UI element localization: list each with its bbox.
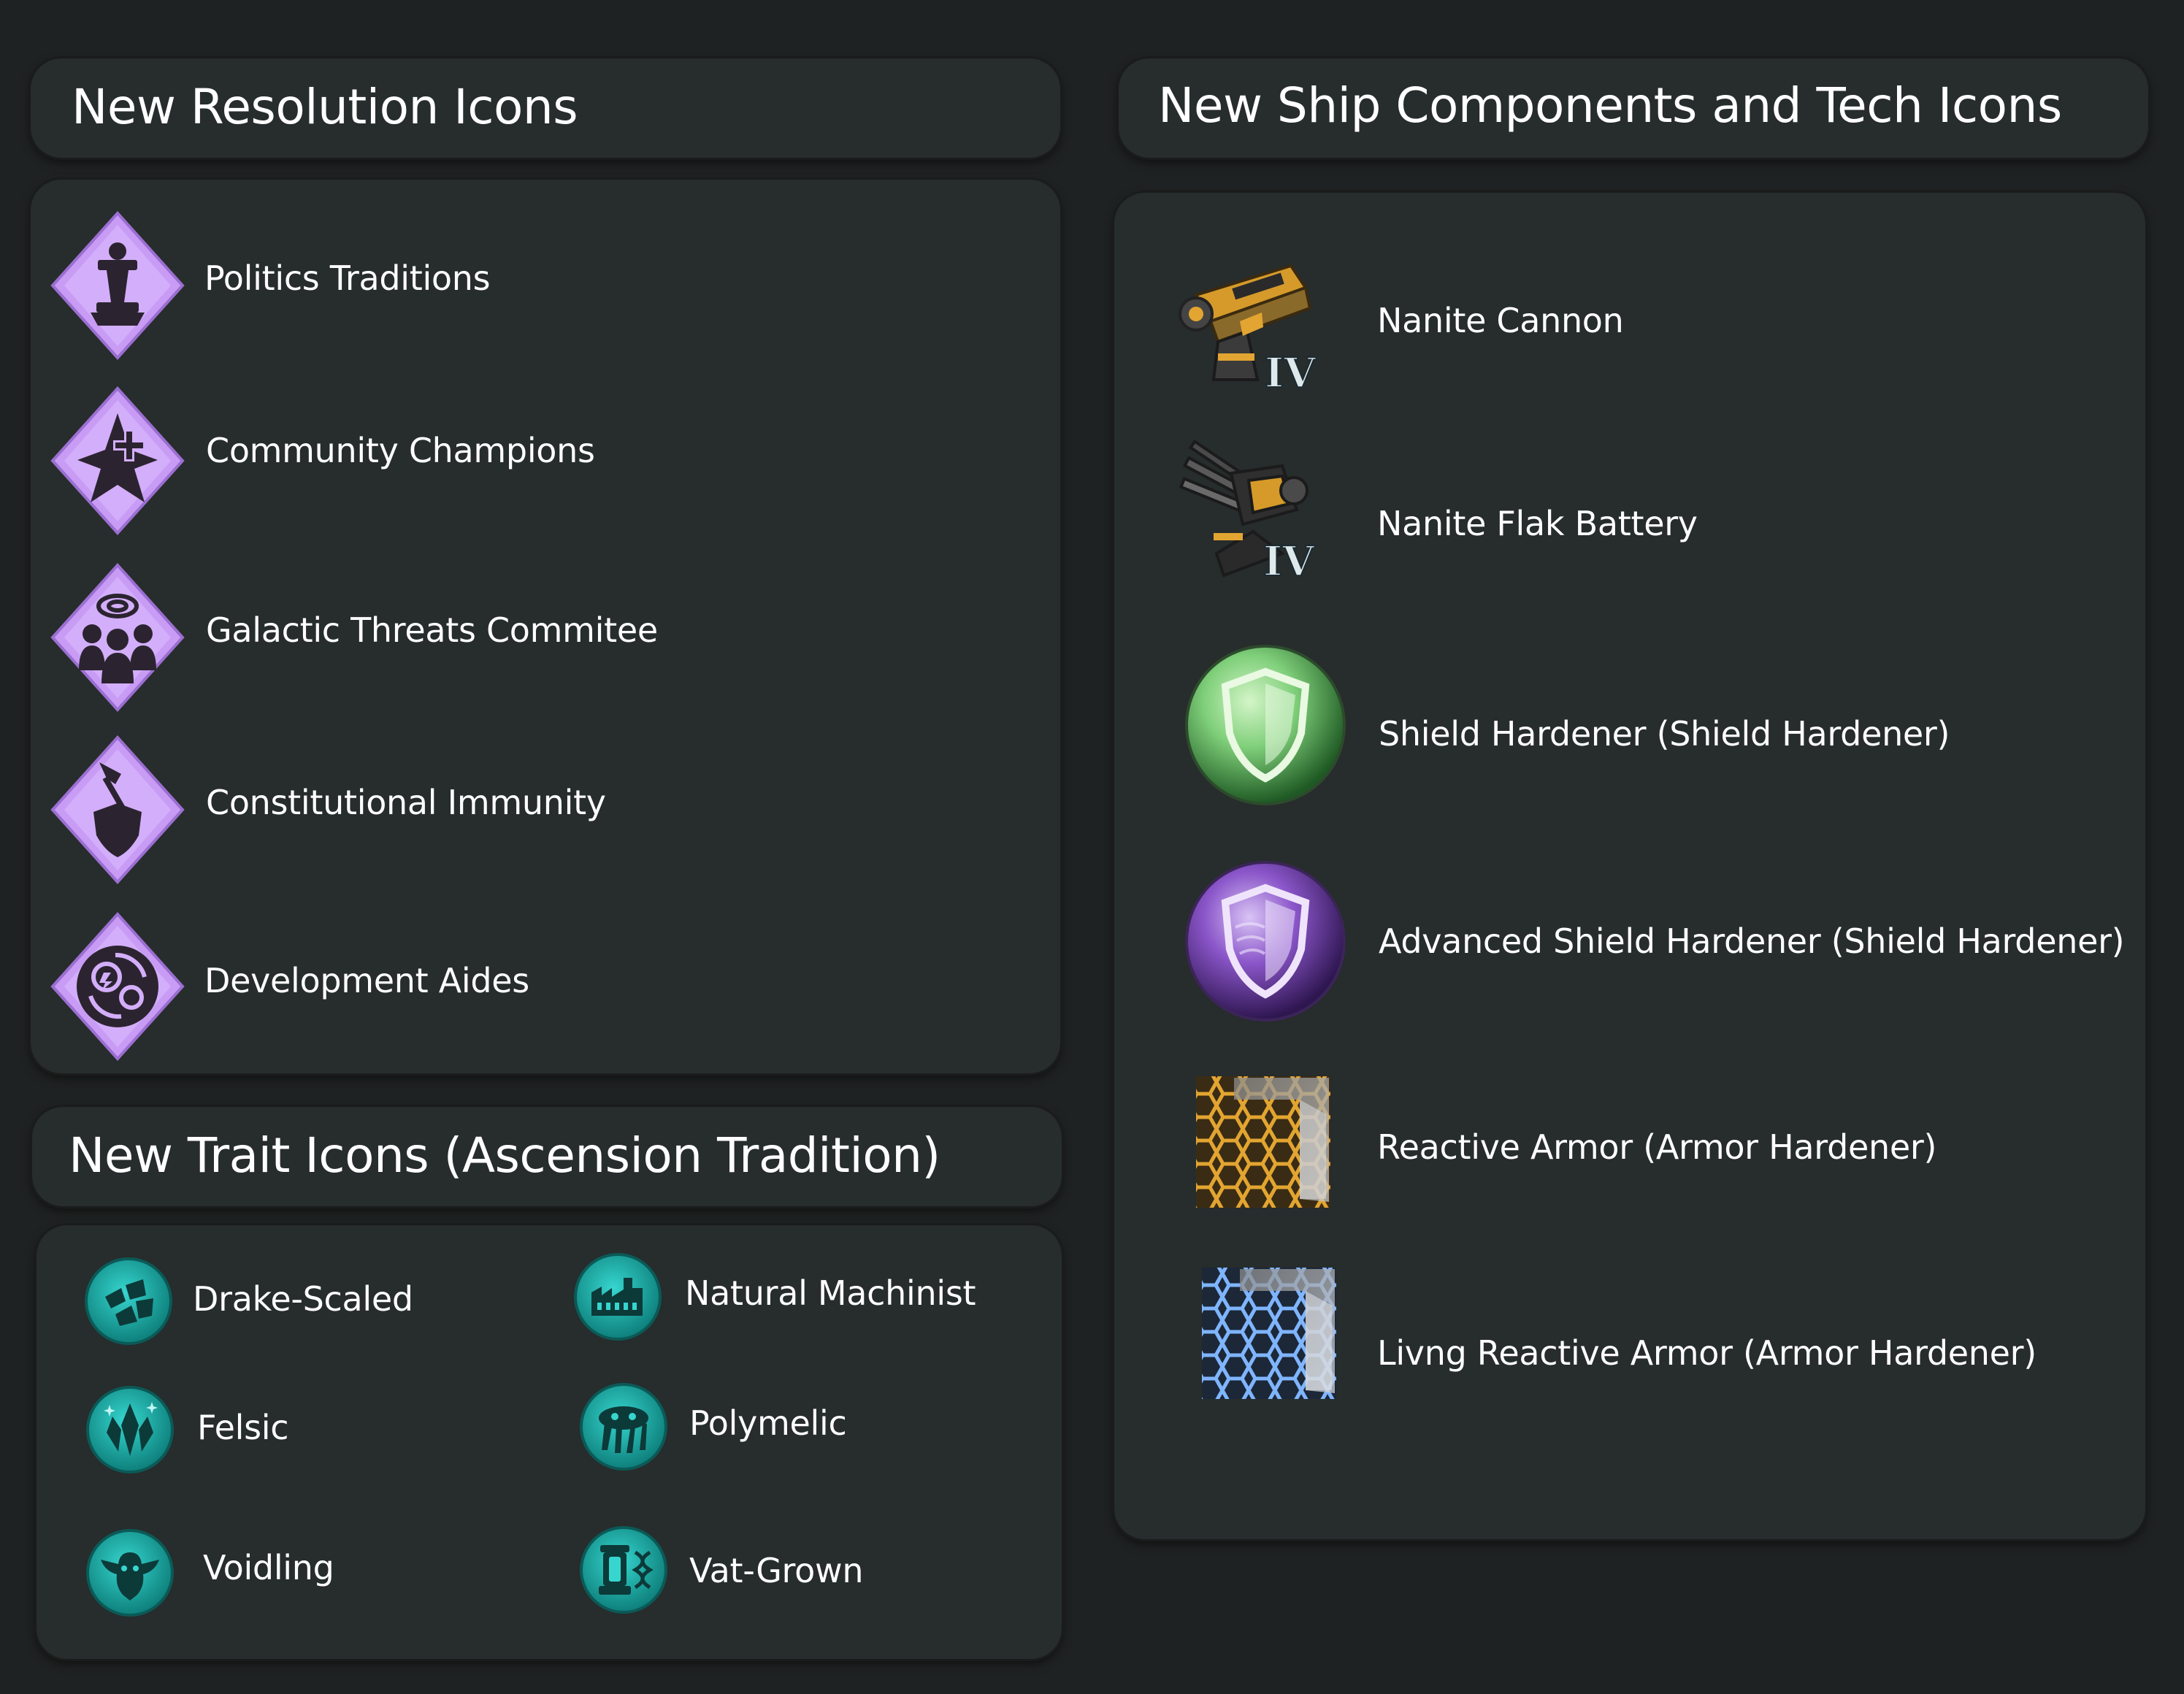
advanced-shield-hardener-label: Advanced Shield Hardener (Shield Hardene… — [1379, 921, 2125, 961]
trait-section-title: New Trait Icons (Ascension Tradition) — [69, 1127, 940, 1184]
reactive-armor-label: Reactive Armor (Armor Hardener) — [1377, 1127, 1937, 1167]
voidling-icon — [85, 1528, 175, 1618]
shield-hardener-icon — [1181, 641, 1349, 809]
politics-traditions-icon — [48, 209, 187, 362]
politics-traditions-label: Politics Traditions — [204, 258, 491, 298]
community-champions-label: Community Champions — [206, 431, 595, 470]
nanite-cannon-label: Nanite Cannon — [1377, 301, 1624, 340]
constitutional-immunity-label: Constitutional Immunity — [206, 783, 606, 822]
ship-section-title: New Ship Components and Tech Icons — [1158, 77, 2062, 134]
drake-scaled-icon — [83, 1256, 174, 1346]
natural-machinist-label: Natural Machinist — [685, 1273, 976, 1313]
advanced-shield-hardener-icon — [1181, 857, 1349, 1025]
nanite-flak-battery-icon: IV — [1173, 439, 1333, 590]
constitutional-immunity-icon — [48, 733, 187, 886]
ship-list-panel: IV Nanite Cannon IV Nanite Flak Battery — [1114, 193, 2145, 1539]
living-reactive-armor-icon — [1196, 1262, 1342, 1405]
resolution-header-panel: New Resolution Icons — [31, 58, 1060, 158]
felsic-label: Felsic — [197, 1408, 289, 1447]
community-champions-icon — [48, 384, 187, 537]
nanite-flak-battery-label: Nanite Flak Battery — [1377, 504, 1698, 543]
nanite-cannon-tier: IV — [1265, 349, 1317, 397]
polymelic-label: Polymelic — [689, 1403, 847, 1443]
voidling-label: Voidling — [203, 1548, 334, 1587]
galactic-threats-label: Galactic Threats Commitee — [206, 610, 658, 650]
reactive-armor-icon — [1190, 1070, 1336, 1214]
development-aides-icon — [48, 910, 187, 1063]
drake-scaled-label: Drake-Scaled — [193, 1279, 413, 1319]
trait-header-panel: New Trait Icons (Ascension Tradition) — [32, 1107, 1062, 1206]
vat-grown-icon — [578, 1525, 669, 1615]
vat-grown-label: Vat-Grown — [689, 1551, 864, 1590]
trait-list-panel: Drake-Scaled Natural Machinist Felsic Po… — [37, 1225, 1062, 1659]
development-aides-label: Development Aides — [204, 961, 529, 1000]
natural-machinist-icon — [572, 1252, 663, 1342]
felsic-icon — [85, 1384, 175, 1475]
resolution-list-panel: Politics Traditions Community Champions — [31, 180, 1060, 1073]
living-reactive-armor-label: Livng Reactive Armor (Armor Hardener) — [1377, 1333, 2037, 1373]
resolution-section-title: New Resolution Icons — [72, 79, 578, 135]
ship-header-panel: New Ship Components and Tech Icons — [1119, 58, 2148, 158]
shield-hardener-label: Shield Hardener (Shield Hardener) — [1379, 714, 1950, 754]
polymelic-icon — [578, 1381, 669, 1472]
nanite-cannon-icon: IV — [1167, 251, 1327, 398]
nanite-flak-battery-tier: IV — [1263, 537, 1315, 586]
galactic-threats-icon — [48, 561, 187, 714]
